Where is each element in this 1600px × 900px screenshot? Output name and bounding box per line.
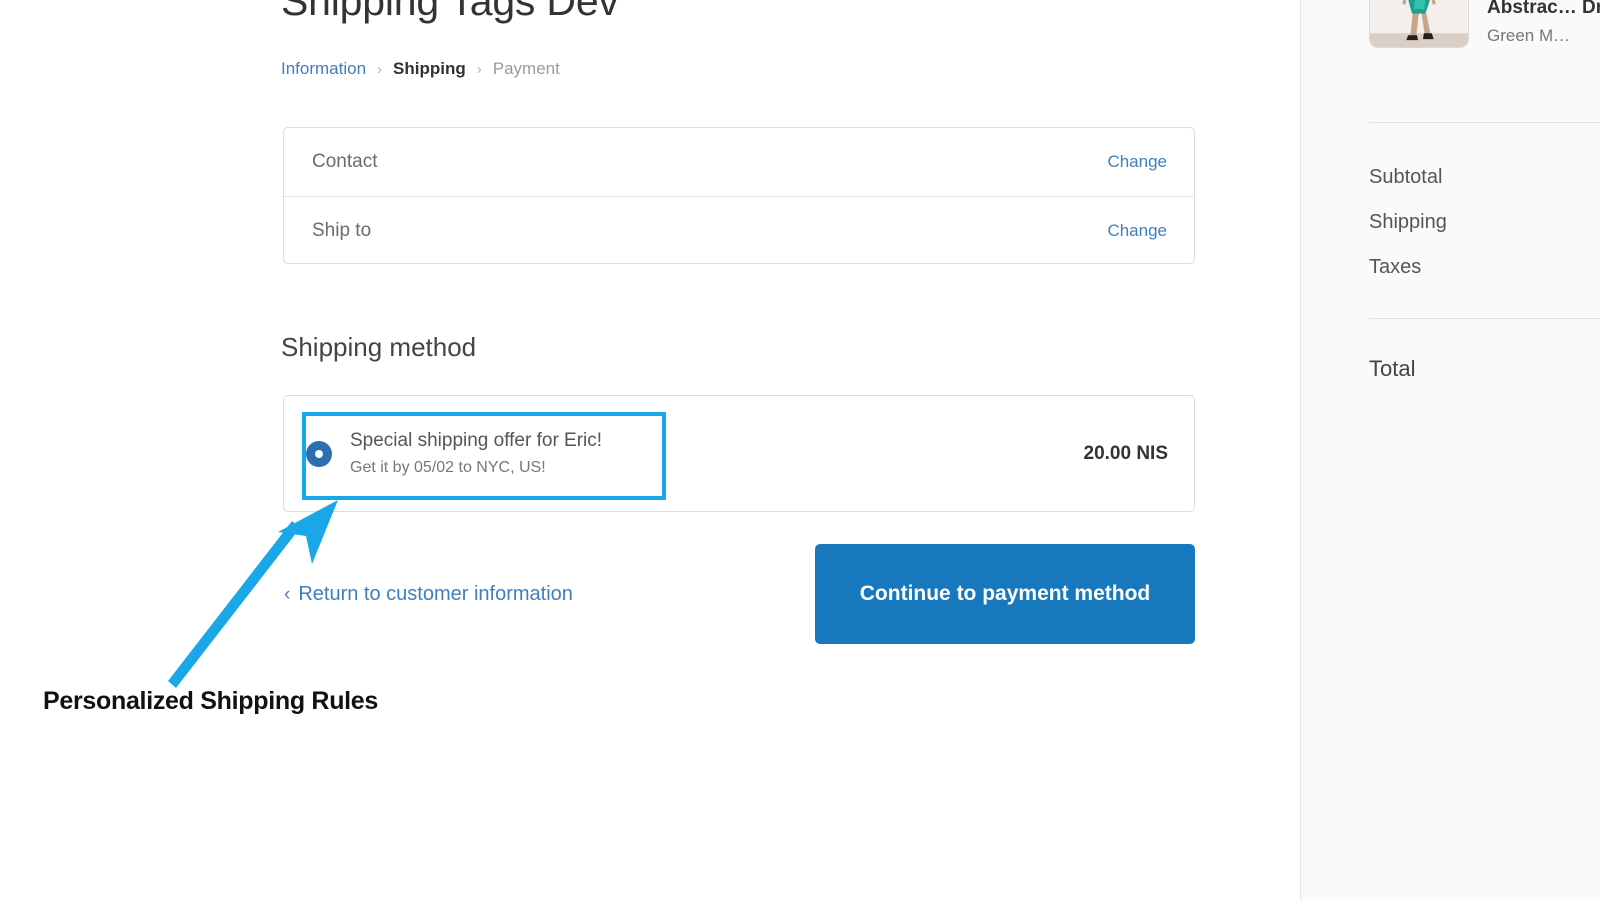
shipping-option-row[interactable]: Special shipping offer for Eric! Get it …	[284, 396, 1194, 511]
product-thumbnail	[1369, 0, 1469, 48]
continue-to-payment-method-button[interactable]: Continue to payment method	[815, 544, 1195, 644]
product-thumbnail-wrap: 1	[1369, 0, 1469, 48]
order-totals: Subtotal Shipping Taxes	[1369, 166, 1600, 301]
review-row-ship-to: Ship to Change	[284, 196, 1194, 264]
order-review-card: Contact Change Ship to Change	[283, 127, 1195, 264]
breadcrumb-item-information[interactable]: Information	[281, 59, 366, 79]
product-variant: Green M…	[1487, 25, 1571, 45]
shipping-label: Shipping	[1369, 211, 1447, 233]
chevron-left-icon: ‹	[284, 584, 291, 605]
chevron-right-icon: ›	[377, 60, 383, 78]
review-row-contact: Contact Change	[284, 128, 1194, 196]
return-link-label: Return to customer information	[298, 583, 573, 605]
page-title: Shipping Tags Dev	[281, 0, 619, 24]
cart-line-item: 1 Abstrac… Dress Green M…	[1369, 0, 1600, 48]
checkout-screenshot: Shipping Tags Dev Information › Shipping…	[0, 0, 1600, 900]
subtotal-label: Subtotal	[1369, 166, 1443, 188]
breadcrumb-item-shipping[interactable]: Shipping	[393, 59, 466, 79]
shipping-option-texts: Special shipping offer for Eric! Get it …	[350, 428, 1084, 479]
chevron-right-icon: ›	[476, 60, 482, 78]
shipping-method-heading: Shipping method	[281, 332, 477, 362]
taxes-row: Taxes	[1369, 256, 1600, 279]
return-to-customer-information-link[interactable]: ‹ Return to customer information	[284, 583, 573, 606]
shipping-option-name: Special shipping offer for Eric!	[350, 429, 603, 451]
subtotal-row: Subtotal	[1369, 166, 1600, 189]
shipping-option-subtitle: Get it by 05/02 to NYC, US!	[350, 458, 546, 476]
shipping-method-card: Special shipping offer for Eric! Get it …	[283, 395, 1195, 512]
shipping-option-price: 20.00 NIS	[1083, 442, 1169, 464]
ship-to-label: Ship to	[312, 219, 372, 241]
dress-product-image	[1370, 0, 1468, 47]
sidebar-divider-bottom	[1369, 318, 1600, 319]
product-title: Abstrac… Dress	[1487, 0, 1600, 18]
grand-total-label: Total	[1369, 356, 1416, 381]
radio-selected-icon[interactable]	[306, 440, 332, 467]
grand-total-row: Total	[1369, 356, 1600, 382]
change-ship-to-link[interactable]: Change	[1107, 221, 1167, 241]
product-info: Abstrac… Dress Green M…	[1487, 0, 1600, 46]
order-summary-sidebar: 1 Abstrac… Dress Green M… Subtotal Shipp…	[1300, 0, 1600, 900]
breadcrumb-item-payment: Payment	[492, 59, 560, 78]
contact-label: Contact	[312, 151, 378, 172]
annotation-label: Personalized Shipping Rules	[43, 687, 379, 715]
checkout-main-column: Shipping Tags Dev Information › Shipping…	[0, 0, 1300, 900]
shipping-row: Shipping	[1369, 211, 1600, 234]
sidebar-divider-top	[1369, 122, 1600, 123]
taxes-label: Taxes	[1369, 256, 1422, 278]
change-contact-link[interactable]: Change	[1107, 152, 1167, 172]
breadcrumb: Information › Shipping › Payment	[281, 59, 560, 79]
